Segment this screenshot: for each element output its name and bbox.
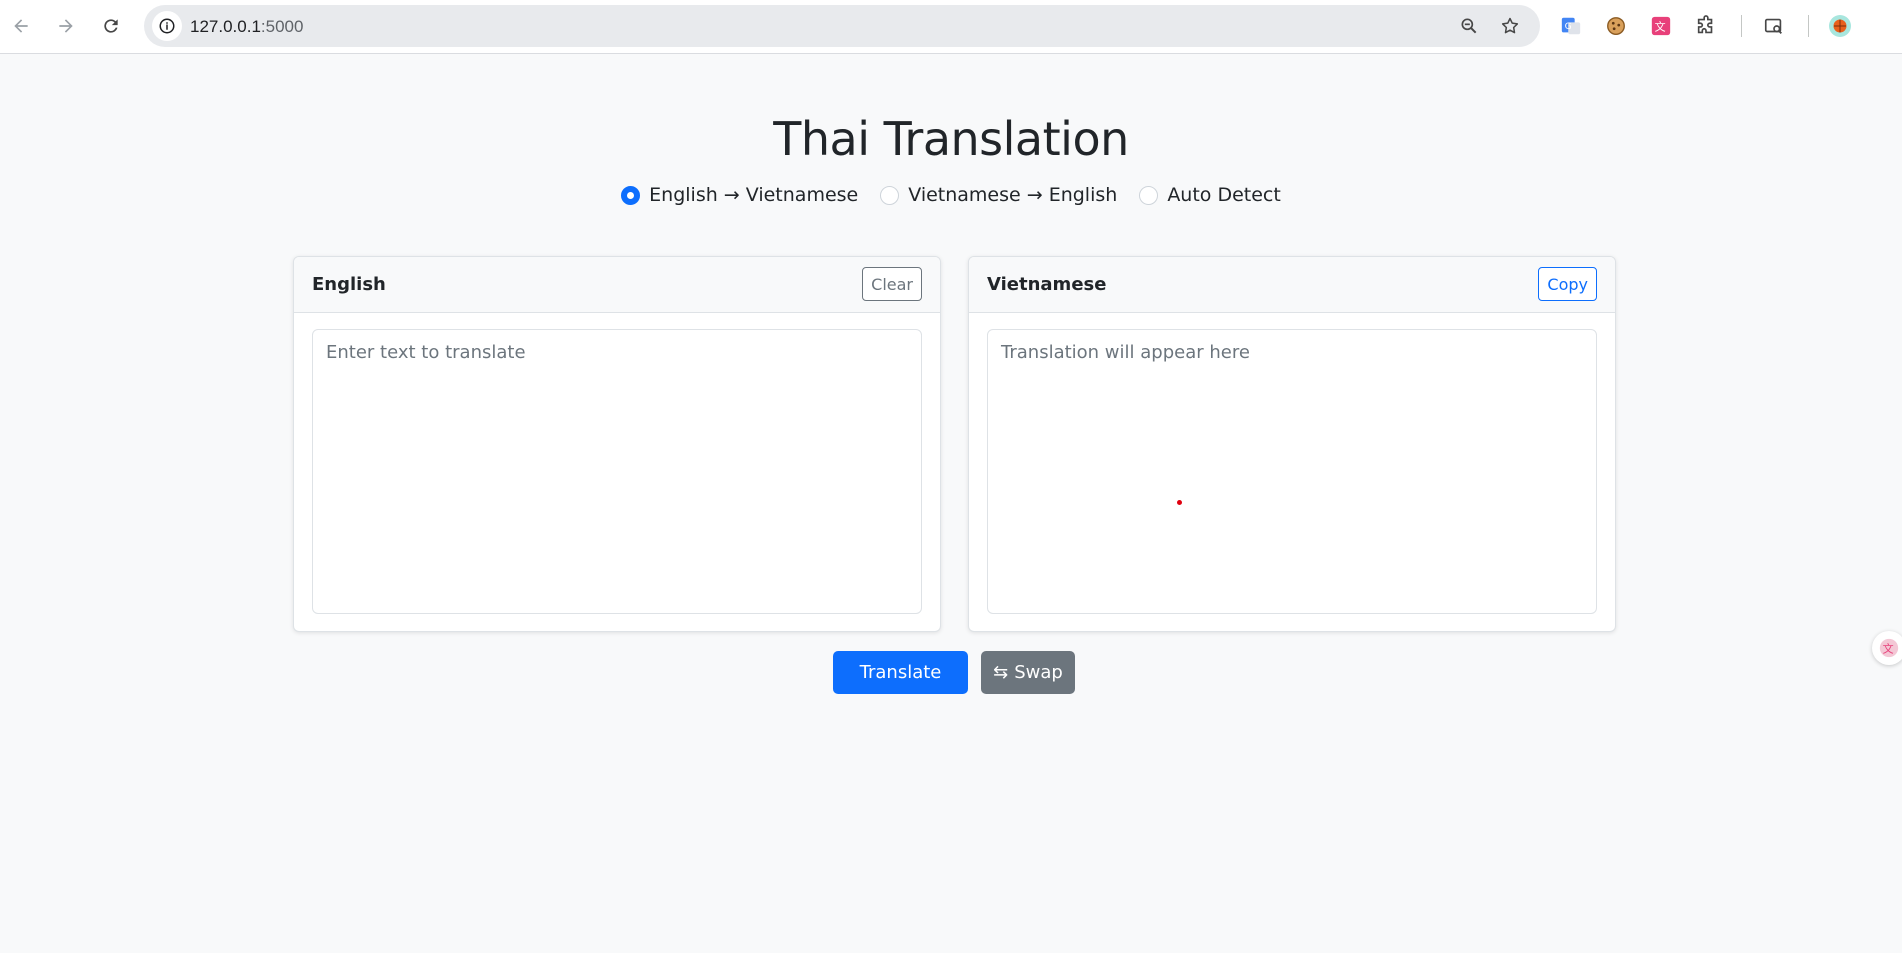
tab-search-icon[interactable] [1760, 12, 1788, 40]
translator-extension-icon[interactable]: 文 [1647, 12, 1675, 40]
radio-dot[interactable] [621, 185, 641, 205]
mode-radio-auto-detect[interactable]: Auto Detect [1139, 184, 1281, 206]
reload-icon [104, 19, 118, 33]
source-text-input[interactable] [312, 329, 922, 614]
translation-mode-group: English → Vietnamese Vietnamese → Englis… [0, 184, 1902, 206]
clear-button[interactable]: Clear [862, 267, 922, 301]
cookie-extension-icon[interactable] [1602, 12, 1630, 40]
translation-output[interactable] [987, 329, 1597, 614]
mode-radio-vi-en[interactable]: Vietnamese → English [880, 184, 1117, 206]
bookmark-star-icon[interactable] [1498, 14, 1522, 38]
source-language-label: English [312, 274, 386, 295]
url-port: :5000 [260, 17, 304, 36]
source-card: English Clear [293, 256, 941, 632]
radio-dot[interactable] [1139, 185, 1159, 205]
svg-text:G: G [1565, 21, 1572, 32]
target-card: Vietnamese Copy [968, 256, 1616, 632]
radio-dot[interactable] [880, 185, 900, 205]
page-title: Thai Translation [773, 112, 1129, 166]
swap-icon: ⇆ [993, 662, 1009, 683]
floating-translate-icon[interactable]: 文 [1872, 631, 1902, 665]
translate-button[interactable]: Translate [833, 651, 968, 694]
zoom-icon[interactable] [1457, 14, 1481, 38]
toolbar-divider [1741, 15, 1742, 37]
cursor-marker [1177, 500, 1182, 505]
forward-button[interactable] [49, 9, 83, 43]
mode-label: Vietnamese → English [908, 184, 1118, 206]
swap-label: Swap [1014, 662, 1063, 683]
arrow-left-icon [14, 19, 28, 33]
back-button[interactable] [4, 9, 38, 43]
browser-toolbar: 127.0.0.1:5000 G 文 [0, 0, 1902, 54]
url-host: 127.0.0.1 [190, 17, 261, 36]
svg-text:文: 文 [1655, 20, 1666, 34]
reload-button[interactable] [94, 9, 128, 43]
site-info-icon[interactable] [152, 11, 182, 41]
target-language-label: Vietnamese [987, 274, 1107, 295]
copy-button[interactable]: Copy [1538, 267, 1597, 301]
swap-button[interactable]: ⇆ Swap [981, 651, 1075, 694]
google-translate-extension-icon[interactable]: G [1557, 12, 1585, 40]
mode-radio-en-vi[interactable]: English → Vietnamese [621, 184, 858, 206]
source-card-header: English Clear [294, 257, 940, 313]
svg-text:文: 文 [1883, 642, 1894, 656]
arrow-right-icon [59, 19, 73, 33]
mode-label: Auto Detect [1167, 184, 1281, 206]
url-text: 127.0.0.1:5000 [190, 17, 303, 37]
mode-label: English → Vietnamese [649, 184, 859, 206]
extensions-puzzle-icon[interactable] [1692, 12, 1720, 40]
address-bar[interactable]: 127.0.0.1:5000 [144, 5, 1540, 47]
profile-avatar-icon[interactable] [1826, 12, 1854, 40]
target-card-header: Vietnamese Copy [969, 257, 1615, 313]
toolbar-divider [1808, 15, 1809, 37]
